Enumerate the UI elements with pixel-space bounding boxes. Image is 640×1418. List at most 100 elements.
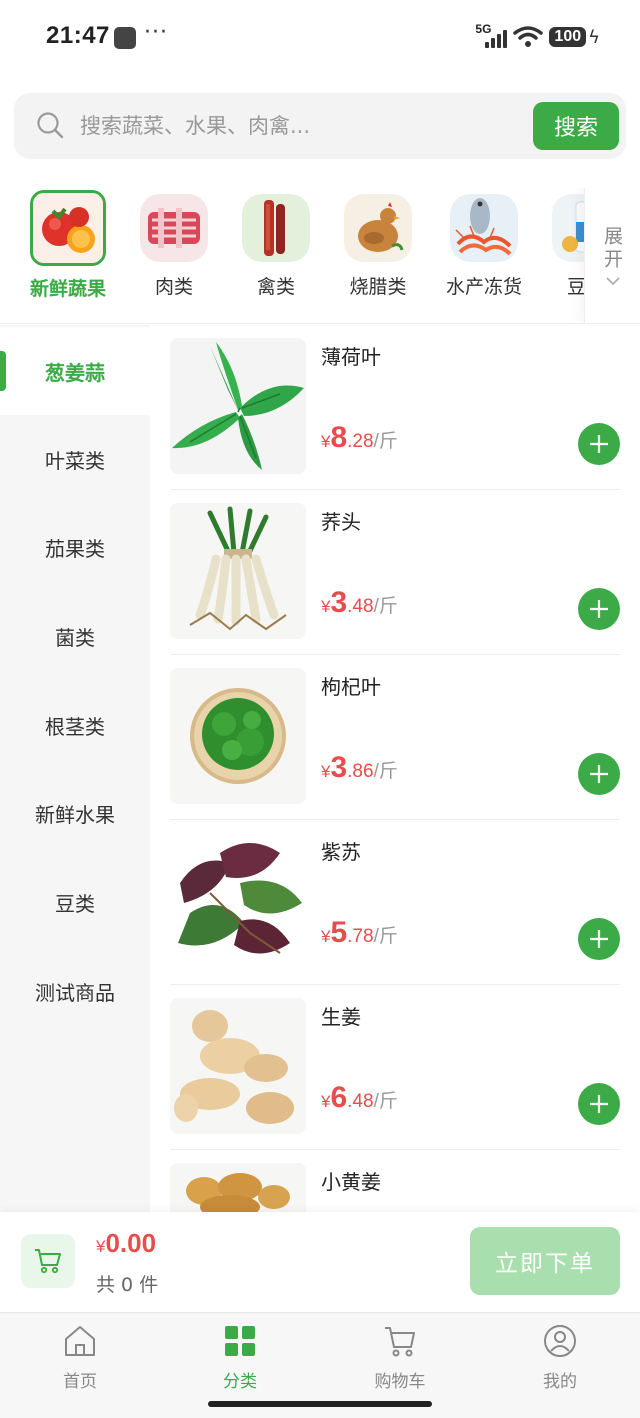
category-fresh-produce[interactable]: 新鲜蔬果 <box>18 190 118 301</box>
product-price: ¥6.48/斤 <box>321 1081 398 1114</box>
tab-label: 分类 <box>223 1372 257 1392</box>
product-name: 小黄姜 <box>321 1170 381 1194</box>
category-label: 禽类 <box>256 276 295 298</box>
tab-label: 购物车 <box>374 1372 426 1392</box>
more-notifications-icon: ··· <box>144 20 168 45</box>
add-to-cart-button[interactable] <box>578 1083 620 1125</box>
category-label: 水产冻货 <box>445 276 522 298</box>
category-roast-meat[interactable]: 烧腊类 <box>328 194 428 299</box>
vegetables-fruits-icon <box>30 190 106 266</box>
sidebar-item-fresh-fruit[interactable]: 新鲜水果 <box>0 769 150 857</box>
status-bar: 21:47 ··· 5G 100 ϟ <box>0 0 640 78</box>
product-name: 荞头 <box>321 510 361 534</box>
add-to-cart-button[interactable] <box>578 588 620 630</box>
product-name: 紫苏 <box>321 840 361 864</box>
product-name: 生姜 <box>321 1005 361 1029</box>
cart-button[interactable] <box>21 1234 75 1288</box>
wifi-icon <box>513 26 544 47</box>
product-card[interactable]: 荞头 ¥3.48/斤 <box>170 490 620 655</box>
poultry-icon <box>242 194 310 262</box>
sidebar-item-label: 叶菜类 <box>45 448 105 473</box>
sidebar-item-mushrooms[interactable]: 菌类 <box>0 592 150 680</box>
sidebar-item-beans[interactable]: 豆类 <box>0 858 150 946</box>
sidebar-item-label: 葱姜蒜 <box>45 360 105 385</box>
place-order-button[interactable]: 立即下单 <box>470 1227 620 1295</box>
product-card[interactable]: 薄荷叶 ¥8.28/斤 <box>170 325 620 490</box>
sidebar-item-label: 茄果类 <box>45 536 105 561</box>
product-price: ¥3.86/斤 <box>321 751 398 784</box>
cart-icon <box>385 1327 415 1357</box>
status-time: 21:47 <box>46 22 110 49</box>
cart-icon <box>35 1249 61 1274</box>
add-to-cart-button[interactable] <box>578 918 620 960</box>
sidebar-item-leafy-greens[interactable]: 叶菜类 <box>0 415 150 503</box>
plus-icon <box>590 1095 608 1113</box>
battery-icon: 100 ϟ <box>549 27 600 48</box>
status-indicators: 5G 100 ϟ <box>475 22 600 52</box>
product-card[interactable]: 紫苏 ¥5.78/斤 <box>170 820 620 985</box>
search-input[interactable] <box>80 103 520 149</box>
product-price: ¥3.48/斤 <box>321 586 398 619</box>
product-image-small-yellow-ginger <box>170 1163 306 1212</box>
tab-cart[interactable]: 购物车 <box>320 1323 480 1392</box>
roast-meat-icon <box>344 194 412 262</box>
cart-summary-bar: ¥0.00 共 0 件 立即下单 <box>0 1212 640 1312</box>
tab-category[interactable]: 分类 <box>160 1323 320 1392</box>
product-price: ¥5.78/斤 <box>321 916 398 949</box>
sidebar-item-label: 豆类 <box>55 891 95 916</box>
product-card[interactable]: 小黄姜 <box>170 1150 620 1212</box>
add-to-cart-button[interactable] <box>578 753 620 795</box>
tab-home[interactable]: 首页 <box>0 1323 160 1392</box>
category-poultry[interactable]: 禽类 <box>226 194 326 299</box>
category-label: 烧腊类 <box>349 276 407 298</box>
sidebar-item-nightshades[interactable]: 茄果类 <box>0 503 150 591</box>
product-image-ginger <box>170 998 306 1134</box>
category-label: 新鲜蔬果 <box>29 278 106 300</box>
tab-label: 首页 <box>63 1372 97 1392</box>
expand-categories-button[interactable]: 展开 <box>584 188 640 323</box>
add-to-cart-button[interactable] <box>578 423 620 465</box>
product-name: 薄荷叶 <box>321 345 381 369</box>
plus-icon <box>590 600 608 618</box>
plus-icon <box>590 435 608 453</box>
sidebar-item-label: 测试商品 <box>35 980 115 1005</box>
plus-icon <box>590 765 608 783</box>
home-indicator <box>208 1401 432 1407</box>
search-icon <box>37 112 64 139</box>
product-image-scallion-bulbs <box>170 503 306 639</box>
profile-icon <box>544 1325 576 1357</box>
app-notification-icon <box>114 27 136 49</box>
product-name: 枸杞叶 <box>321 675 381 699</box>
tab-label: 我的 <box>543 1372 577 1392</box>
category-meat[interactable]: 肉类 <box>124 194 224 299</box>
cart-total: ¥0.00 <box>96 1228 157 1258</box>
search-button[interactable]: 搜索 <box>533 102 619 150</box>
category-grid-icon <box>225 1326 255 1356</box>
cellular-signal-icon: 5G <box>475 22 508 50</box>
home-icon <box>65 1326 95 1356</box>
tab-profile[interactable]: 我的 <box>480 1323 640 1392</box>
chevron-down-icon <box>605 277 620 286</box>
meat-icon <box>140 194 208 262</box>
sidebar-item-label: 新鲜水果 <box>35 802 115 827</box>
product-card[interactable]: 枸杞叶 ¥3.86/斤 <box>170 655 620 820</box>
product-list: 薄荷叶 ¥8.28/斤 荞头 ¥3.48/斤 枸杞叶 ¥3.86/斤 紫苏 ¥5… <box>150 325 640 1212</box>
seafood-icon <box>450 194 518 262</box>
category-seafood[interactable]: 水产冻货 <box>434 194 534 299</box>
expand-label: 展开 <box>601 226 623 272</box>
sidebar-item-scallion-ginger-garlic[interactable]: 葱姜蒜 <box>0 327 150 415</box>
sidebar-item-label: 根茎类 <box>45 714 105 739</box>
sidebar-item-test-products[interactable]: 测试商品 <box>0 947 150 1035</box>
sidebar-item-label: 菌类 <box>55 625 95 650</box>
product-image-perilla <box>170 833 306 969</box>
search-bar: 搜索 <box>14 93 626 159</box>
cart-item-count: 共 0 件 <box>96 1274 159 1296</box>
category-strip: 新鲜蔬果 肉类 禽类 烧腊类 水产冻货 展开 <box>0 188 640 324</box>
product-image-mint <box>170 338 306 474</box>
product-card[interactable]: 生姜 ¥6.48/斤 <box>170 985 620 1150</box>
plus-icon <box>590 930 608 948</box>
category-label: 肉类 <box>154 276 193 298</box>
subcategory-sidebar: 葱姜蒜 叶菜类 茄果类 菌类 根茎类 新鲜水果 豆类 测试商品 <box>0 325 150 1212</box>
product-price: ¥8.28/斤 <box>321 421 398 454</box>
sidebar-item-root-vegetables[interactable]: 根茎类 <box>0 681 150 769</box>
